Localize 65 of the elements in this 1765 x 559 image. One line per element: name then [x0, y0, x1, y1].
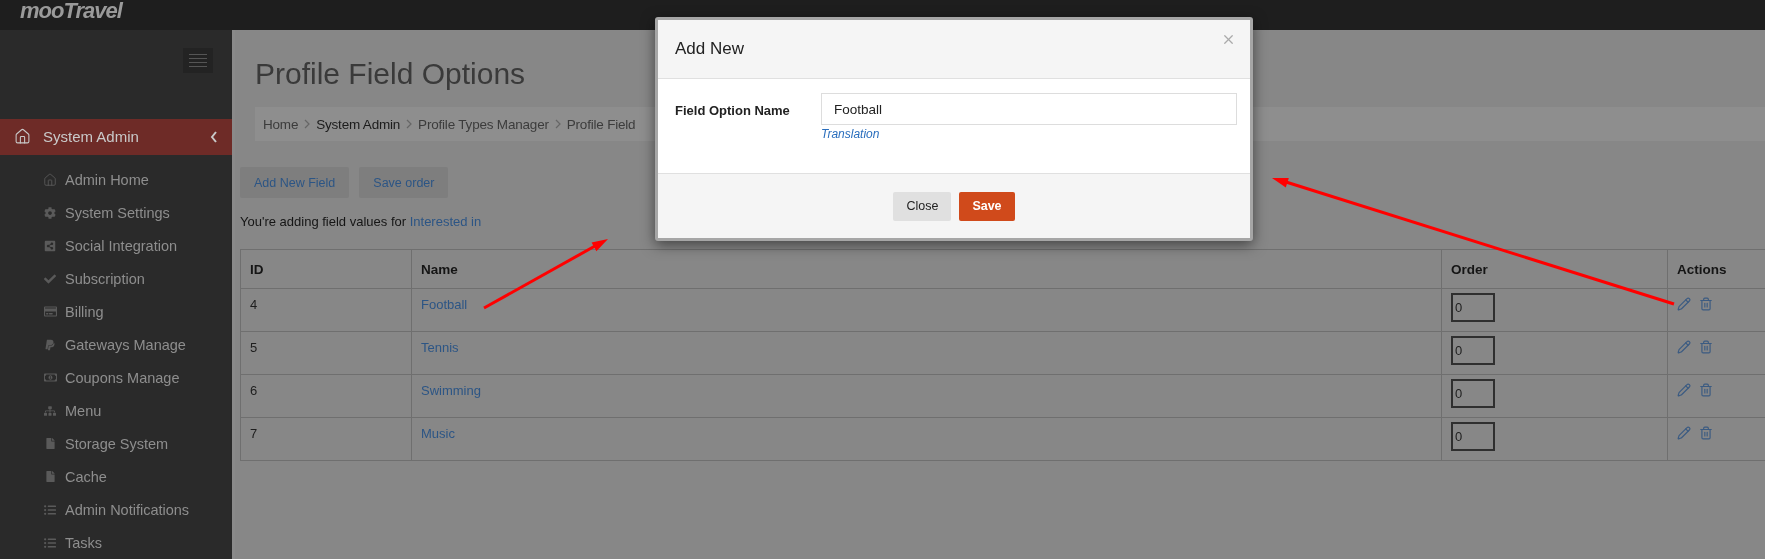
sidebar-item[interactable]: Storage System — [0, 427, 232, 460]
column-header: ID — [240, 249, 412, 289]
credit-card-icon — [43, 305, 57, 318]
dialog-title: Add New — [675, 39, 744, 59]
trash-icon[interactable] — [1699, 297, 1713, 311]
order-field[interactable]: 0 — [1451, 379, 1495, 408]
edit-icon[interactable] — [1677, 297, 1691, 311]
table-cell: 6 — [240, 374, 412, 418]
sidebar-item[interactable]: Cache — [0, 460, 232, 493]
edit-icon[interactable] — [1677, 340, 1691, 354]
banknote-icon — [43, 371, 57, 384]
close-icon[interactable] — [1221, 32, 1236, 47]
sidebar-item[interactable]: Coupons Manage — [0, 361, 232, 394]
order-field[interactable]: 0 — [1451, 422, 1495, 451]
sidebar-section[interactable]: System Admin — [0, 118, 232, 155]
home-icon — [43, 172, 57, 187]
file-icon — [43, 438, 57, 449]
translation-link[interactable]: Translation — [821, 127, 880, 141]
list-icon — [43, 536, 57, 549]
sidebar-item[interactable]: Menu — [0, 394, 232, 427]
sidebar-item[interactable]: Gateways Manage — [0, 328, 232, 361]
separator-icon — [406, 119, 413, 129]
paypal-icon — [43, 338, 57, 351]
sidebar-item[interactable]: Billing — [0, 295, 232, 328]
trash-icon[interactable] — [1699, 383, 1713, 397]
notice-text: You're adding field values for Interested in — [240, 213, 482, 231]
table-cell: 5 — [240, 331, 412, 375]
file-icon — [43, 471, 57, 482]
sidebar-item[interactable]: Social Integration — [0, 229, 232, 262]
edit-icon[interactable] — [1677, 383, 1691, 397]
check-icon — [43, 272, 57, 285]
table-cell: 4 — [240, 288, 412, 332]
sidebar-item[interactable]: Tasks — [0, 526, 232, 559]
gear-icon — [43, 206, 57, 219]
list-icon — [43, 503, 57, 516]
close-button[interactable]: Close — [893, 191, 952, 221]
menu-button[interactable] — [183, 48, 213, 73]
column-header: Name — [411, 249, 1442, 289]
breadcrumb-link[interactable]: Home — [263, 116, 299, 132]
sidebar-item[interactable]: Subscription — [0, 262, 232, 295]
sidebar-item[interactable]: Admin Home — [0, 163, 232, 196]
edit-icon[interactable] — [1677, 426, 1691, 440]
trash-icon[interactable] — [1699, 340, 1713, 354]
home-icon — [14, 128, 31, 146]
order-field[interactable]: 0 — [1451, 293, 1495, 322]
save-button[interactable]: Save — [959, 191, 1015, 221]
column-header: Actions — [1667, 249, 1765, 289]
breadcrumb-link[interactable]: Profile Field — [566, 116, 636, 132]
chevron-icon — [210, 130, 218, 143]
table-cell: 7 — [240, 417, 412, 461]
column-header: Order — [1441, 249, 1668, 289]
trash-icon[interactable] — [1699, 426, 1713, 440]
separator-icon — [554, 119, 561, 129]
breadcrumb-link[interactable]: Profile Types Manager — [418, 116, 549, 132]
sidebar-item[interactable]: System Settings — [0, 196, 232, 229]
field-label: Field Option Name — [675, 103, 791, 120]
breadcrumb-link[interactable]: System Admin — [316, 116, 401, 132]
sitemap-icon — [43, 404, 57, 417]
page-title: Profile Field Options — [255, 57, 527, 91]
share-icon — [43, 239, 57, 252]
order-field[interactable]: 0 — [1451, 336, 1495, 365]
brand-logo: mooTravel — [20, 0, 122, 24]
input-field[interactable]: Football — [821, 93, 1237, 125]
sidebar-item[interactable]: Admin Notifications — [0, 493, 232, 526]
separator-icon — [304, 119, 311, 129]
